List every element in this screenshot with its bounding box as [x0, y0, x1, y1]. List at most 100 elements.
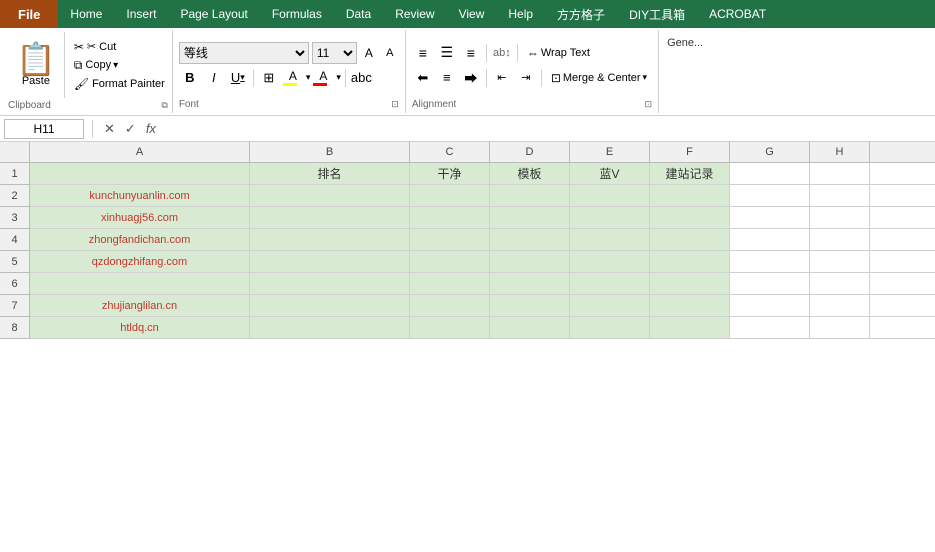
row-number-5[interactable]: 5 [0, 251, 30, 273]
row-number-2[interactable]: 2 [0, 185, 30, 207]
cell-d7[interactable] [490, 295, 570, 316]
font-expand-icon[interactable]: ⊡ [391, 99, 399, 110]
indent-decrease-button[interactable]: ⇤ [491, 67, 513, 89]
cell-c5[interactable] [410, 251, 490, 272]
cell-e5[interactable] [570, 251, 650, 272]
cell-b1[interactable]: 排名 [250, 163, 410, 184]
menu-data[interactable]: Data [334, 0, 383, 28]
cell-h2[interactable] [810, 185, 870, 206]
cell-f3[interactable] [650, 207, 730, 228]
menu-diy[interactable]: DIY工具箱 [617, 0, 697, 28]
copy-button[interactable]: ⧉ Copy ▾ [71, 57, 168, 74]
cell-g2[interactable] [730, 185, 810, 206]
col-header-b[interactable]: B [250, 142, 410, 162]
wrap-text-button[interactable]: ⇔ Wrap Text [522, 43, 595, 63]
cell-e4[interactable] [570, 229, 650, 250]
cell-c6[interactable] [410, 273, 490, 294]
cell-a8[interactable]: htldq.cn [30, 317, 250, 338]
cell-g3[interactable] [730, 207, 810, 228]
cell-h8[interactable] [810, 317, 870, 338]
alignment-expand-icon[interactable]: ⊡ [645, 99, 653, 110]
cell-b5[interactable] [250, 251, 410, 272]
cell-d2[interactable] [490, 185, 570, 206]
row-number-3[interactable]: 3 [0, 207, 30, 229]
cell-a2[interactable]: kunchunyuanlin.com [30, 185, 250, 206]
cell-a6[interactable] [30, 273, 250, 294]
fill-color-dropdown-icon[interactable]: ▾ [306, 72, 311, 83]
general-button[interactable]: Gene... [665, 33, 733, 53]
cell-a4[interactable]: zhongfandichan.com [30, 229, 250, 250]
cell-b4[interactable] [250, 229, 410, 250]
menu-acrobat[interactable]: ACROBAT [697, 0, 778, 28]
menu-help[interactable]: Help [496, 0, 545, 28]
menu-file[interactable]: File [0, 0, 58, 28]
font-size-decrease-button[interactable]: A [381, 44, 399, 62]
align-right-button[interactable]: ⮕ [460, 67, 482, 89]
menu-formulas[interactable]: Formulas [260, 0, 334, 28]
cut-button[interactable]: ✂ ✂ Cut [71, 39, 168, 55]
cell-a1[interactable] [30, 163, 250, 184]
cell-h1[interactable] [810, 163, 870, 184]
cell-c2[interactable] [410, 185, 490, 206]
menu-review[interactable]: Review [383, 0, 446, 28]
cell-g8[interactable] [730, 317, 810, 338]
cell-d3[interactable] [490, 207, 570, 228]
align-left-button[interactable]: ⬅ [412, 67, 434, 89]
cell-b7[interactable] [250, 295, 410, 316]
cell-c4[interactable] [410, 229, 490, 250]
menu-fangfange[interactable]: 方方格子 [545, 0, 617, 28]
cell-h4[interactable] [810, 229, 870, 250]
cell-reference-input[interactable]: H11 [4, 119, 84, 139]
merge-dropdown-icon[interactable]: ▾ [643, 72, 648, 83]
col-header-f[interactable]: F [650, 142, 730, 162]
cell-a5[interactable]: qzdongzhifang.com [30, 251, 250, 272]
cell-d1[interactable]: 模板 [490, 163, 570, 184]
cell-g4[interactable] [730, 229, 810, 250]
bold-button[interactable]: B [179, 67, 201, 89]
row-number-7[interactable]: 7 [0, 295, 30, 317]
cell-d4[interactable] [490, 229, 570, 250]
font-name-select[interactable]: 等线 [179, 42, 309, 64]
format-painter-button[interactable]: 🖌 Format Painter [71, 76, 168, 92]
insert-function-icon[interactable]: fx [143, 121, 159, 136]
cell-d8[interactable] [490, 317, 570, 338]
cell-b6[interactable] [250, 273, 410, 294]
align-top-left-button[interactable]: ≡ [412, 42, 434, 64]
cell-e6[interactable] [570, 273, 650, 294]
col-header-a[interactable]: A [30, 142, 250, 162]
cell-h7[interactable] [810, 295, 870, 316]
copy-dropdown-icon[interactable]: ▾ [113, 60, 118, 71]
cell-b3[interactable] [250, 207, 410, 228]
cell-b2[interactable] [250, 185, 410, 206]
cell-g7[interactable] [730, 295, 810, 316]
cell-f5[interactable] [650, 251, 730, 272]
align-top-right-button[interactable]: ≡ [460, 42, 482, 64]
cell-f7[interactable] [650, 295, 730, 316]
border-button[interactable]: ⊞ [258, 67, 280, 89]
cell-c3[interactable] [410, 207, 490, 228]
row-number-8[interactable]: 8 [0, 317, 30, 339]
orientation-button[interactable]: ab↕ [491, 42, 513, 64]
cell-c1[interactable]: 干净 [410, 163, 490, 184]
cell-f1[interactable]: 建站记录 [650, 163, 730, 184]
cell-g1[interactable] [730, 163, 810, 184]
align-top-center-button[interactable]: ☰ [436, 42, 458, 64]
menu-home[interactable]: Home [58, 0, 114, 28]
cell-b8[interactable] [250, 317, 410, 338]
cancel-formula-icon[interactable]: ✕ [101, 121, 118, 137]
cell-f2[interactable] [650, 185, 730, 206]
cell-d6[interactable] [490, 273, 570, 294]
cell-a7[interactable]: zhujianglilan.cn [30, 295, 250, 316]
cell-e2[interactable] [570, 185, 650, 206]
col-header-e[interactable]: E [570, 142, 650, 162]
cell-e8[interactable] [570, 317, 650, 338]
col-header-d[interactable]: D [490, 142, 570, 162]
cell-e3[interactable] [570, 207, 650, 228]
row-number-1[interactable]: 1 [0, 163, 30, 185]
align-center-button[interactable]: ≡ [436, 67, 458, 89]
row-number-6[interactable]: 6 [0, 273, 30, 295]
cell-f4[interactable] [650, 229, 730, 250]
menu-page-layout[interactable]: Page Layout [168, 0, 259, 28]
cell-h5[interactable] [810, 251, 870, 272]
cell-f8[interactable] [650, 317, 730, 338]
